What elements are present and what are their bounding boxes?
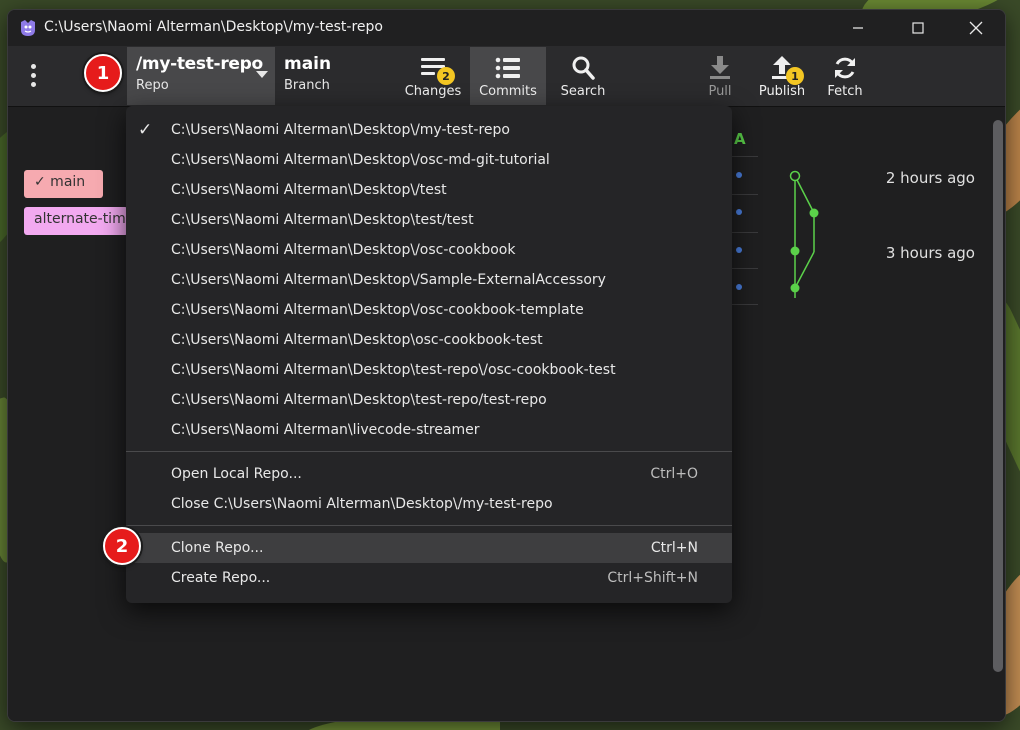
search-icon xyxy=(572,56,595,80)
changes-button[interactable]: 2 Changes xyxy=(400,47,466,105)
repo-selector[interactable]: /my-test-repo Repo xyxy=(127,47,275,105)
commit-row-dot xyxy=(736,247,742,253)
window-title: C:\Users\Naomi Alterman\Desktop\/my-test… xyxy=(44,19,383,35)
recent-repo-item[interactable]: C:\Users\Naomi Alterman\Desktop\test-rep… xyxy=(126,355,732,385)
callout-badge-2: 2 xyxy=(103,527,141,565)
search-button[interactable]: Search xyxy=(552,47,614,105)
commit-node[interactable] xyxy=(790,283,800,293)
recent-repo-path: C:\Users\Naomi Alterman\livecode-streame… xyxy=(171,422,480,438)
recent-repo-item[interactable]: C:\Users\Naomi Alterman\Desktop\osc-cook… xyxy=(126,325,732,355)
publish-label: Publish xyxy=(758,84,806,99)
pull-label: Pull xyxy=(708,84,732,99)
commit-row-dot xyxy=(736,284,742,290)
close-repo-item[interactable]: Close C:\Users\Naomi Alterman\Desktop\/m… xyxy=(126,489,732,519)
recent-repo-item[interactable]: C:\Users\Naomi Alterman\Desktop\/osc-md-… xyxy=(126,145,732,175)
callout-badge-1: 1 xyxy=(84,54,122,92)
graph-column-header: A xyxy=(734,130,746,148)
recent-repo-path: C:\Users\Naomi Alterman\Desktop\/test xyxy=(171,182,447,198)
recent-repo-item[interactable]: C:\Users\Naomi Alterman\livecode-streame… xyxy=(126,415,732,445)
fetch-refresh-icon xyxy=(835,57,855,79)
pull-button[interactable]: Pull xyxy=(694,47,746,105)
maximize-icon xyxy=(912,22,924,34)
recent-repo-path: C:\Users\Naomi Alterman\Desktop\/Sample-… xyxy=(171,272,606,288)
commit-row-dot xyxy=(736,209,742,215)
branch-label: Branch xyxy=(284,78,330,93)
recent-repo-item[interactable]: C:\Users\Naomi Alterman\Desktop\/Sample-… xyxy=(126,265,732,295)
branch-selector[interactable]: main Branch xyxy=(276,47,396,105)
open-local-repo-item[interactable]: Open Local Repo... Ctrl+O xyxy=(126,459,732,489)
recent-repo-path: C:\Users\Naomi Alterman\Desktop\/osc-coo… xyxy=(171,302,584,318)
changes-count-badge: 2 xyxy=(437,67,455,85)
app-logo-icon xyxy=(21,20,35,36)
recent-repo-item[interactable]: C:\Users\Naomi Alterman\Desktop\/osc-coo… xyxy=(126,295,732,325)
checkmark-icon: ✓ xyxy=(138,120,153,140)
recent-repo-path: C:\Users\Naomi Alterman\Desktop\test/tes… xyxy=(171,212,474,228)
create-repo-shortcut: Ctrl+Shift+N xyxy=(607,570,698,586)
commit-graph xyxy=(789,170,819,298)
commit-row-dot xyxy=(736,172,742,178)
close-window-button[interactable] xyxy=(946,10,1005,46)
create-repo-item[interactable]: Create Repo... Ctrl+Shift+N xyxy=(126,563,732,593)
title-bar: C:\Users\Naomi Alterman\Desktop\/my-test… xyxy=(8,10,1005,46)
commits-label: Commits xyxy=(479,84,537,99)
toolbar: /my-test-repo Repo main Branch 2 Changes… xyxy=(8,46,1005,107)
recent-repo-item[interactable]: C:\Users\Naomi Alterman\Desktop\/test xyxy=(126,175,732,205)
fetch-label: Fetch xyxy=(827,84,863,99)
repo-label: Repo xyxy=(136,78,169,93)
clone-repo-item[interactable]: Clone Repo... Ctrl+N xyxy=(126,533,732,563)
minimize-button[interactable] xyxy=(828,10,888,46)
menu-divider xyxy=(126,525,732,526)
commit-node[interactable] xyxy=(809,208,819,218)
recent-repo-path: C:\Users\Naomi Alterman\Desktop\osc-cook… xyxy=(171,332,543,348)
recent-repo-path: C:\Users\Naomi Alterman\Desktop\/osc-md-… xyxy=(171,152,550,168)
vertical-scrollbar[interactable] xyxy=(993,120,1003,672)
branch-tag-main[interactable]: ✓ main xyxy=(24,170,103,198)
publish-button[interactable]: 1 Publish xyxy=(754,47,810,105)
recent-repo-path: C:\Users\Naomi Alterman\Desktop\/my-test… xyxy=(171,122,510,138)
search-label: Search xyxy=(560,84,606,99)
kebab-menu-icon[interactable] xyxy=(26,64,40,90)
minimize-icon xyxy=(853,27,863,29)
open-local-repo-label: Open Local Repo... xyxy=(171,466,302,482)
menu-divider xyxy=(126,451,732,452)
changes-label: Changes xyxy=(404,84,462,99)
commit-node[interactable] xyxy=(790,246,800,256)
commits-list-icon xyxy=(495,57,520,79)
dropdown-caret-icon xyxy=(256,71,268,78)
commit-node[interactable] xyxy=(789,170,801,182)
close-icon xyxy=(969,21,983,35)
commit-time: 3 hours ago xyxy=(885,244,975,262)
commits-button[interactable]: Commits xyxy=(470,47,546,105)
fetch-button[interactable]: Fetch xyxy=(818,47,872,105)
repo-dropdown-menu: ✓ C:\Users\Naomi Alterman\Desktop\/my-te… xyxy=(126,106,732,603)
commit-time: 2 hours ago xyxy=(885,169,975,187)
recent-repo-item[interactable]: C:\Users\Naomi Alterman\Desktop\test/tes… xyxy=(126,205,732,235)
recent-repo-path: C:\Users\Naomi Alterman\Desktop\test-rep… xyxy=(171,392,547,408)
recent-repo-path: C:\Users\Naomi Alterman\Desktop\/osc-coo… xyxy=(171,242,516,258)
close-repo-label: Close C:\Users\Naomi Alterman\Desktop\/m… xyxy=(171,496,553,512)
maximize-button[interactable] xyxy=(888,10,948,46)
clone-repo-shortcut: Ctrl+N xyxy=(650,540,698,556)
pull-arrow-icon xyxy=(710,56,730,79)
open-local-shortcut: Ctrl+O xyxy=(650,466,698,482)
create-repo-label: Create Repo... xyxy=(171,570,271,586)
recent-repo-path: C:\Users\Naomi Alterman\Desktop\test-rep… xyxy=(171,362,616,378)
repo-name: /my-test-repo xyxy=(136,54,263,74)
branch-tag-alternate[interactable]: alternate-tim xyxy=(24,207,128,235)
recent-repo-item[interactable]: C:\Users\Naomi Alterman\Desktop\/osc-coo… xyxy=(126,235,732,265)
recent-repo-item[interactable]: C:\Users\Naomi Alterman\Desktop\test-rep… xyxy=(126,385,732,415)
publish-count-badge: 1 xyxy=(786,67,804,85)
recent-repo-item[interactable]: ✓ C:\Users\Naomi Alterman\Desktop\/my-te… xyxy=(126,115,732,145)
clone-repo-label: Clone Repo... xyxy=(171,540,264,556)
branch-name: main xyxy=(284,54,332,74)
